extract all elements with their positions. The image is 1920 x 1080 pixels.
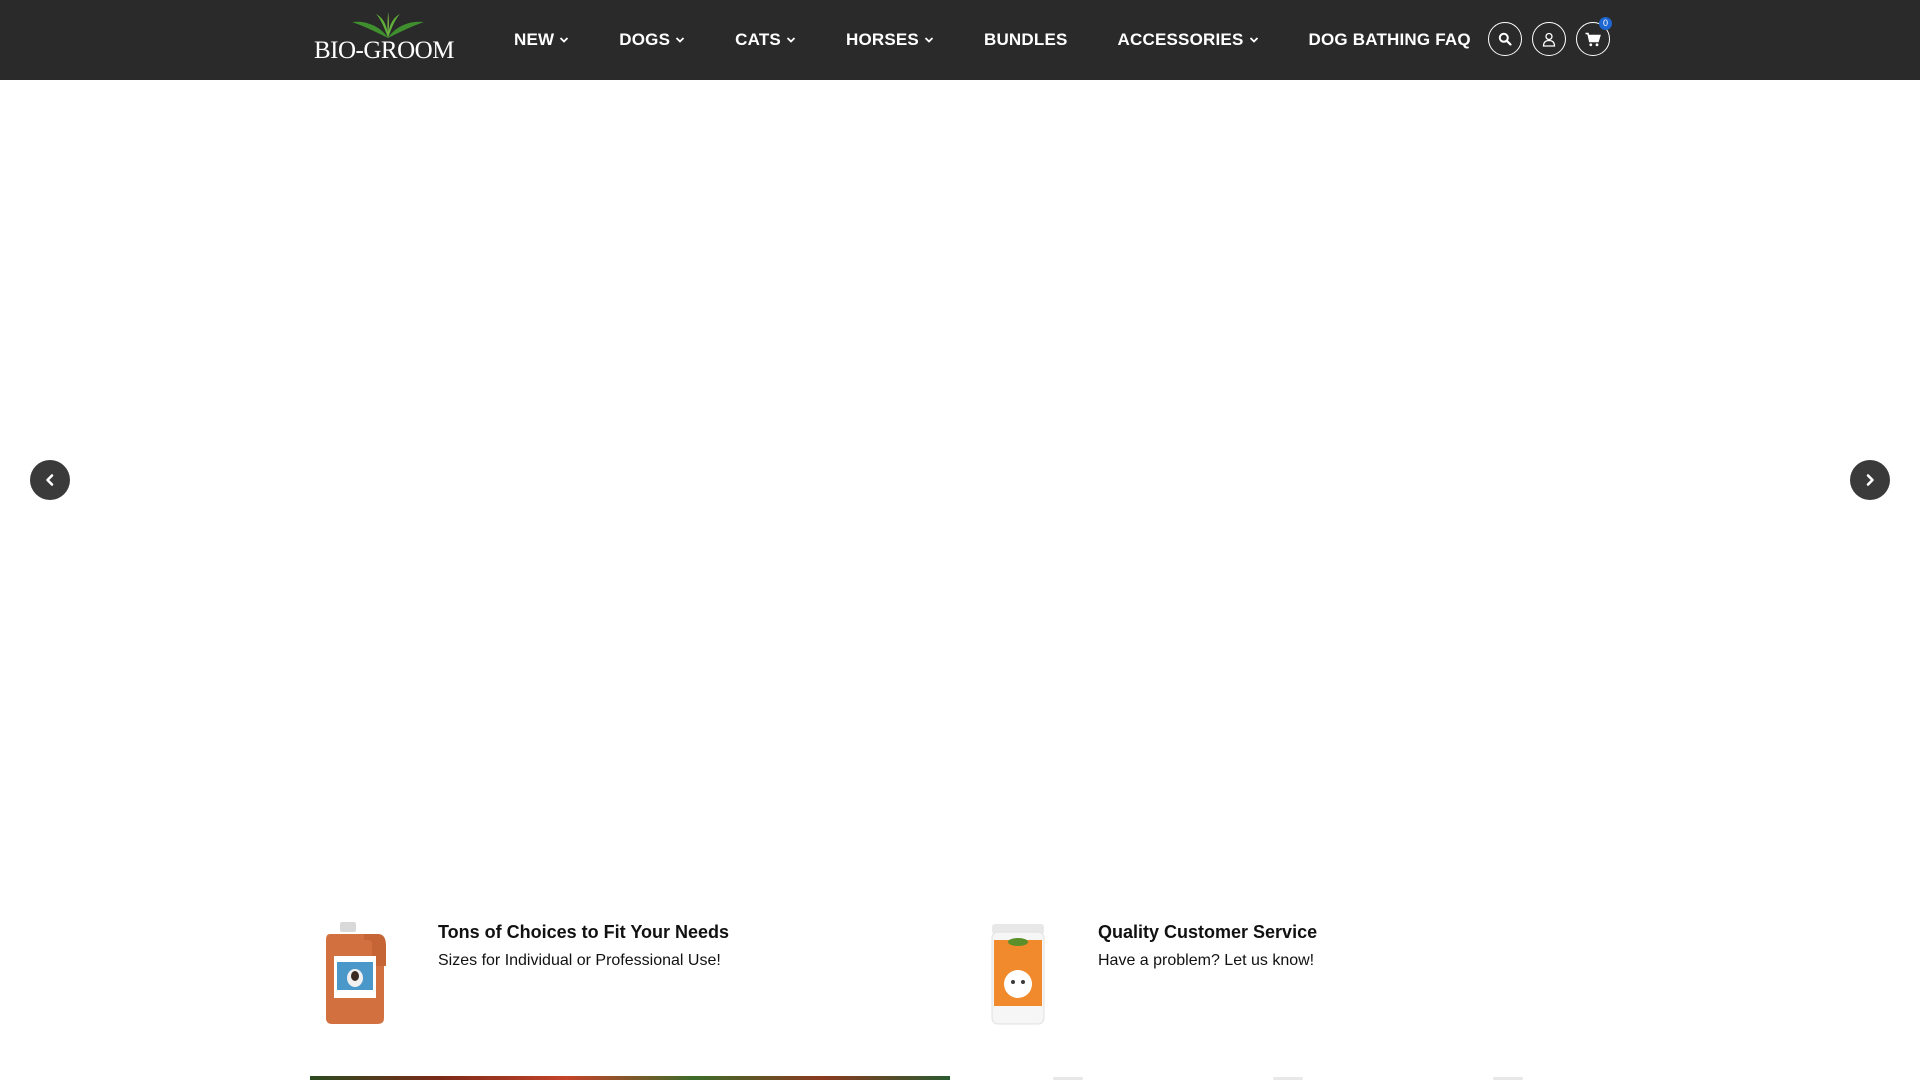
feature-subtitle: Have a problem? Let us know! [1098, 952, 1315, 969]
nav-item-new[interactable]: NEW [514, 30, 569, 50]
cart-count-badge: 0 [1599, 17, 1612, 30]
carousel-prev-button[interactable] [30, 460, 70, 500]
nav-item-label: ACCESSORIES [1117, 30, 1244, 49]
nav-item-horses[interactable]: HORSES [846, 30, 934, 50]
feature-customer-service: Quality Customer Service Have a problem?… [978, 918, 1538, 1028]
nav-item-label: BUNDLES [983, 30, 1068, 49]
site-header: BIO-GROOM NEW DOGS CATS HORSES BUNDLES A… [0, 0, 1920, 80]
nav-item-dogs[interactable]: DOGS [619, 30, 685, 50]
leaf-logo-icon [352, 12, 424, 38]
nav-item-label: CATS [735, 30, 781, 49]
nav-item-dog-bathing-faq[interactable]: DOG BATHING FAQ [1309, 30, 1471, 50]
nav-item-label: DOG BATHING FAQ [1308, 30, 1471, 49]
feature-choices: Tons of Choices to Fit Your Needs Sizes … [318, 918, 878, 1028]
feature-subtitle: Sizes for Individual or Professional Use… [438, 952, 721, 969]
shampoo-jug-image [326, 922, 386, 1024]
feature-title: Tons of Choices to Fit Your Needs [438, 922, 730, 942]
search-button[interactable] [1488, 22, 1522, 56]
search-icon [1498, 32, 1512, 46]
main-nav: NEW DOGS CATS HORSES BUNDLES ACCESSORIES… [514, 0, 1521, 80]
chevron-down-icon [924, 37, 934, 43]
chevron-down-icon [560, 37, 569, 43]
nav-item-accessories[interactable]: ACCESSORIES [1118, 30, 1259, 50]
hero-carousel [0, 80, 1920, 880]
nav-item-label: NEW [514, 30, 555, 49]
chevron-down-icon [1249, 37, 1258, 43]
cart-button[interactable]: 0 [1576, 17, 1612, 56]
nav-item-label: HORSES [845, 30, 919, 49]
carousel-next-button[interactable] [1850, 460, 1890, 500]
cat-product-tub-image [991, 924, 1045, 1025]
nav-item-bundles[interactable]: BUNDLES [984, 30, 1068, 50]
cart-icon [1585, 32, 1601, 46]
nav-item-label: DOGS [619, 30, 671, 49]
user-icon [1542, 32, 1556, 47]
chevron-down-icon [786, 37, 796, 43]
promo-banner-edge [310, 1076, 950, 1080]
account-button[interactable] [1532, 22, 1566, 56]
feature-title: Quality Customer Service [1098, 922, 1318, 942]
chevron-left-icon [46, 474, 54, 486]
chevron-down-icon [676, 37, 685, 43]
brand-name: BIO-GROOM [314, 37, 454, 64]
chevron-right-icon [1866, 474, 1874, 486]
nav-item-cats[interactable]: CATS [735, 30, 796, 50]
brand-logo[interactable]: BIO-GROOM [314, 12, 462, 64]
